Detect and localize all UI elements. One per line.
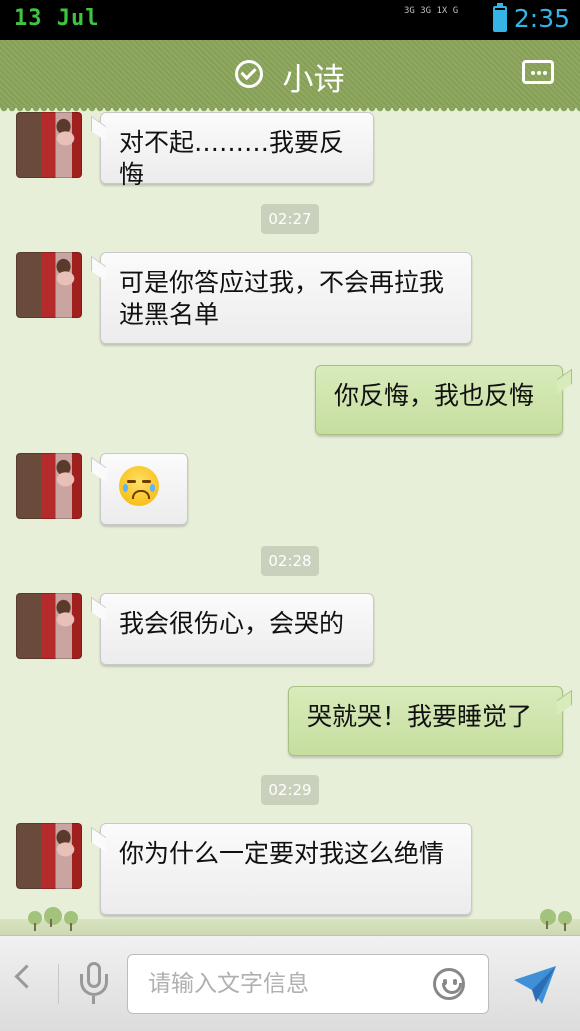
incoming-message[interactable] (100, 453, 188, 525)
input-bar (0, 935, 580, 1031)
tree-icon (64, 911, 78, 931)
divider (58, 964, 59, 1004)
incoming-message[interactable]: 可是你答应过我，不会再拉我进黑名单 (100, 252, 472, 344)
tree-icon (44, 907, 62, 927)
message-text: 你为什么一定要对我这么绝情 (119, 839, 445, 868)
timestamp: 02:27 (261, 204, 319, 234)
timestamp: 02:28 (261, 546, 319, 576)
message-text: 你反悔，我也反悔 (334, 381, 535, 410)
tree-icon (540, 909, 556, 929)
landscape-decoration (0, 888, 580, 935)
send-icon[interactable] (512, 964, 558, 1006)
tree-icon (558, 911, 572, 931)
microphone-icon[interactable] (80, 962, 108, 1006)
chat-header: 小诗 (0, 40, 580, 114)
emoji-picker-icon[interactable] (433, 968, 465, 1000)
contact-avatar[interactable] (16, 252, 82, 318)
outgoing-message[interactable]: 你反悔，我也反悔 (315, 365, 563, 435)
contact-avatar[interactable] (16, 112, 82, 178)
tree-icon (28, 911, 42, 931)
check-circle-icon (235, 59, 264, 88)
message-list[interactable]: 对不起………我要反悔 02:27 可是你答应过我，不会再拉我进黑名单 你反悔，我… (0, 108, 580, 935)
contact-avatar[interactable] (16, 593, 82, 659)
chevron-left-icon[interactable] (14, 964, 39, 989)
battery-icon (493, 3, 507, 32)
title-wrap: 小诗 (0, 54, 580, 99)
message-text: 哭就哭！我要睡觉了 (307, 702, 533, 731)
incoming-message[interactable]: 对不起………我要反悔 (100, 112, 374, 189)
status-bar: 13 Jul 3G 3G 1X G 2:35 (0, 0, 580, 40)
status-date: 13 Jul (14, 6, 100, 31)
signal-icons: 3G 3G 1X G (404, 6, 459, 16)
timestamp: 02:29 (261, 775, 319, 805)
contact-avatar[interactable] (16, 823, 82, 889)
outgoing-message[interactable]: 哭就哭！我要睡觉了 (288, 686, 563, 756)
contact-name[interactable]: 小诗 (283, 54, 345, 99)
status-time: 2:35 (513, 4, 570, 33)
crying-face-emoji (119, 466, 159, 506)
message-text: 可是你答应过我，不会再拉我进黑名单 (119, 268, 445, 329)
ground-strip (0, 919, 580, 935)
contact-avatar[interactable] (16, 453, 82, 519)
incoming-message[interactable]: 我会很伤心，会哭的 (100, 593, 374, 665)
more-options-icon[interactable] (522, 60, 554, 84)
message-text: 我会很伤心，会哭的 (119, 609, 345, 638)
message-text: 对不起………我要反悔 (119, 128, 345, 189)
